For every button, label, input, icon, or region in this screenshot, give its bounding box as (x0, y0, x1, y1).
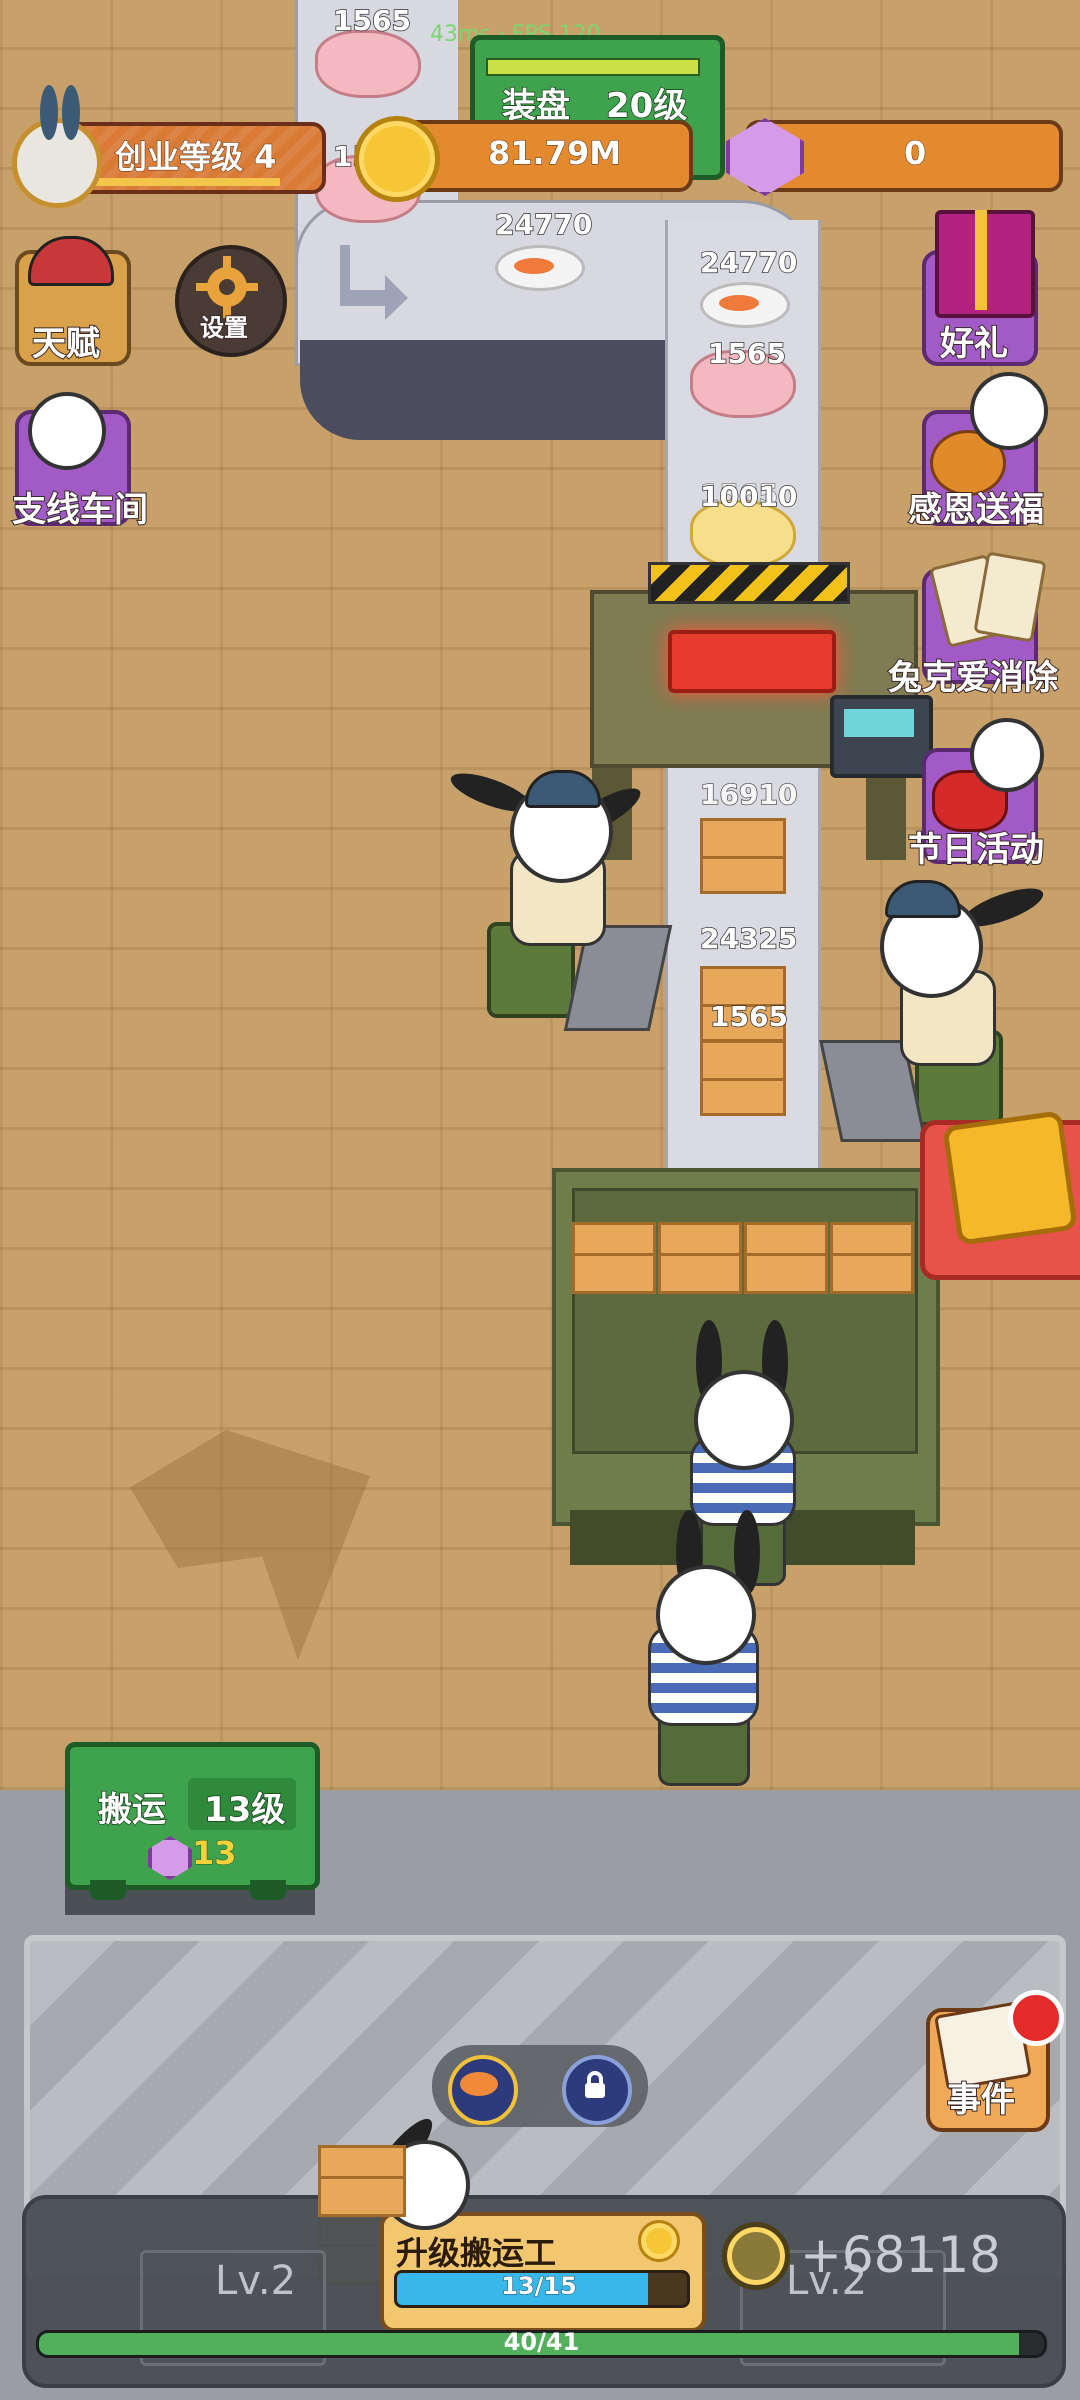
gift-label: 好礼 (939, 323, 1009, 365)
food-icon (460, 2072, 498, 2096)
item-value: 10010 (699, 479, 798, 514)
avatar-ear (62, 85, 80, 140)
mahjong-label: 兔克爱消除 (887, 657, 1059, 699)
item-value: 1565 (709, 999, 788, 1034)
transport-station-name: 搬运 (97, 1789, 167, 1831)
level-label: 创业等级 4 (114, 138, 277, 177)
festival-label: 节日活动 (907, 829, 1045, 871)
item-value: 24770 (494, 207, 593, 242)
carried-crate (318, 2145, 406, 2217)
gem-amount: 0 (903, 134, 927, 173)
player-avatar[interactable] (12, 118, 102, 208)
carrier-rabbit[interactable] (694, 1370, 794, 1470)
festival-rabbit-icon (970, 718, 1044, 792)
income-coin-icon (722, 2222, 790, 2290)
coin-amount: 81.79M (487, 134, 622, 173)
carrier-rabbit[interactable] (656, 1565, 756, 1665)
avatar-ear (40, 85, 58, 140)
conveyor-belt-edge (300, 340, 680, 440)
raw-chicken (315, 30, 421, 98)
income-amount: +68118 (800, 2226, 1001, 2284)
upgrade-progress-text: 13/15 (501, 2272, 578, 2301)
machine-heater (668, 630, 836, 693)
branch-workshop-label: 支线车间 (11, 489, 149, 531)
coin-icon (354, 116, 440, 202)
plated-dish (700, 282, 790, 328)
machine-monitor (830, 695, 933, 778)
item-value: 1565 (332, 3, 411, 38)
badge-foot (90, 1880, 126, 1900)
gold-chest-icon (942, 1110, 1078, 1246)
level-progress (80, 178, 280, 186)
dock-left-level: Lv.2 (215, 2258, 297, 2304)
hazard-stripe (648, 562, 850, 604)
turn-arrow-icon (330, 240, 410, 320)
item-value: 24770 (699, 245, 798, 280)
chef-icon (970, 372, 1048, 450)
talent-label: 天赋 (31, 323, 101, 365)
badge-foot (250, 1880, 286, 1900)
crate (744, 1222, 828, 1294)
coin-icon (638, 2220, 680, 2262)
settings-label: 设置 (199, 313, 249, 343)
item-value: 24325 (699, 921, 798, 956)
packed-box (700, 818, 786, 894)
notification-dot (1008, 1990, 1064, 2046)
transport-upgrade-cost: 13 (192, 1834, 238, 1873)
plated-dish (495, 245, 585, 291)
packed-box (700, 1040, 786, 1116)
lock-icon (580, 2070, 610, 2100)
capacity-text: 40/41 (503, 2328, 580, 2356)
item-value: 16910 (699, 777, 798, 812)
transport-station-level: 13级 (203, 1789, 286, 1831)
plating-progress (486, 58, 700, 76)
events-label: 事件 (946, 2079, 1016, 2121)
branch-workshop-icon (28, 392, 106, 470)
crate (572, 1222, 656, 1294)
crate (830, 1222, 914, 1294)
thanksgiving-label: 感恩送福 (907, 489, 1045, 531)
crate (658, 1222, 742, 1294)
gift-ribbon (975, 210, 987, 310)
item-value: 1565 (707, 336, 786, 371)
upgrade-carrier-label: 升级搬运工 (396, 2234, 557, 2272)
